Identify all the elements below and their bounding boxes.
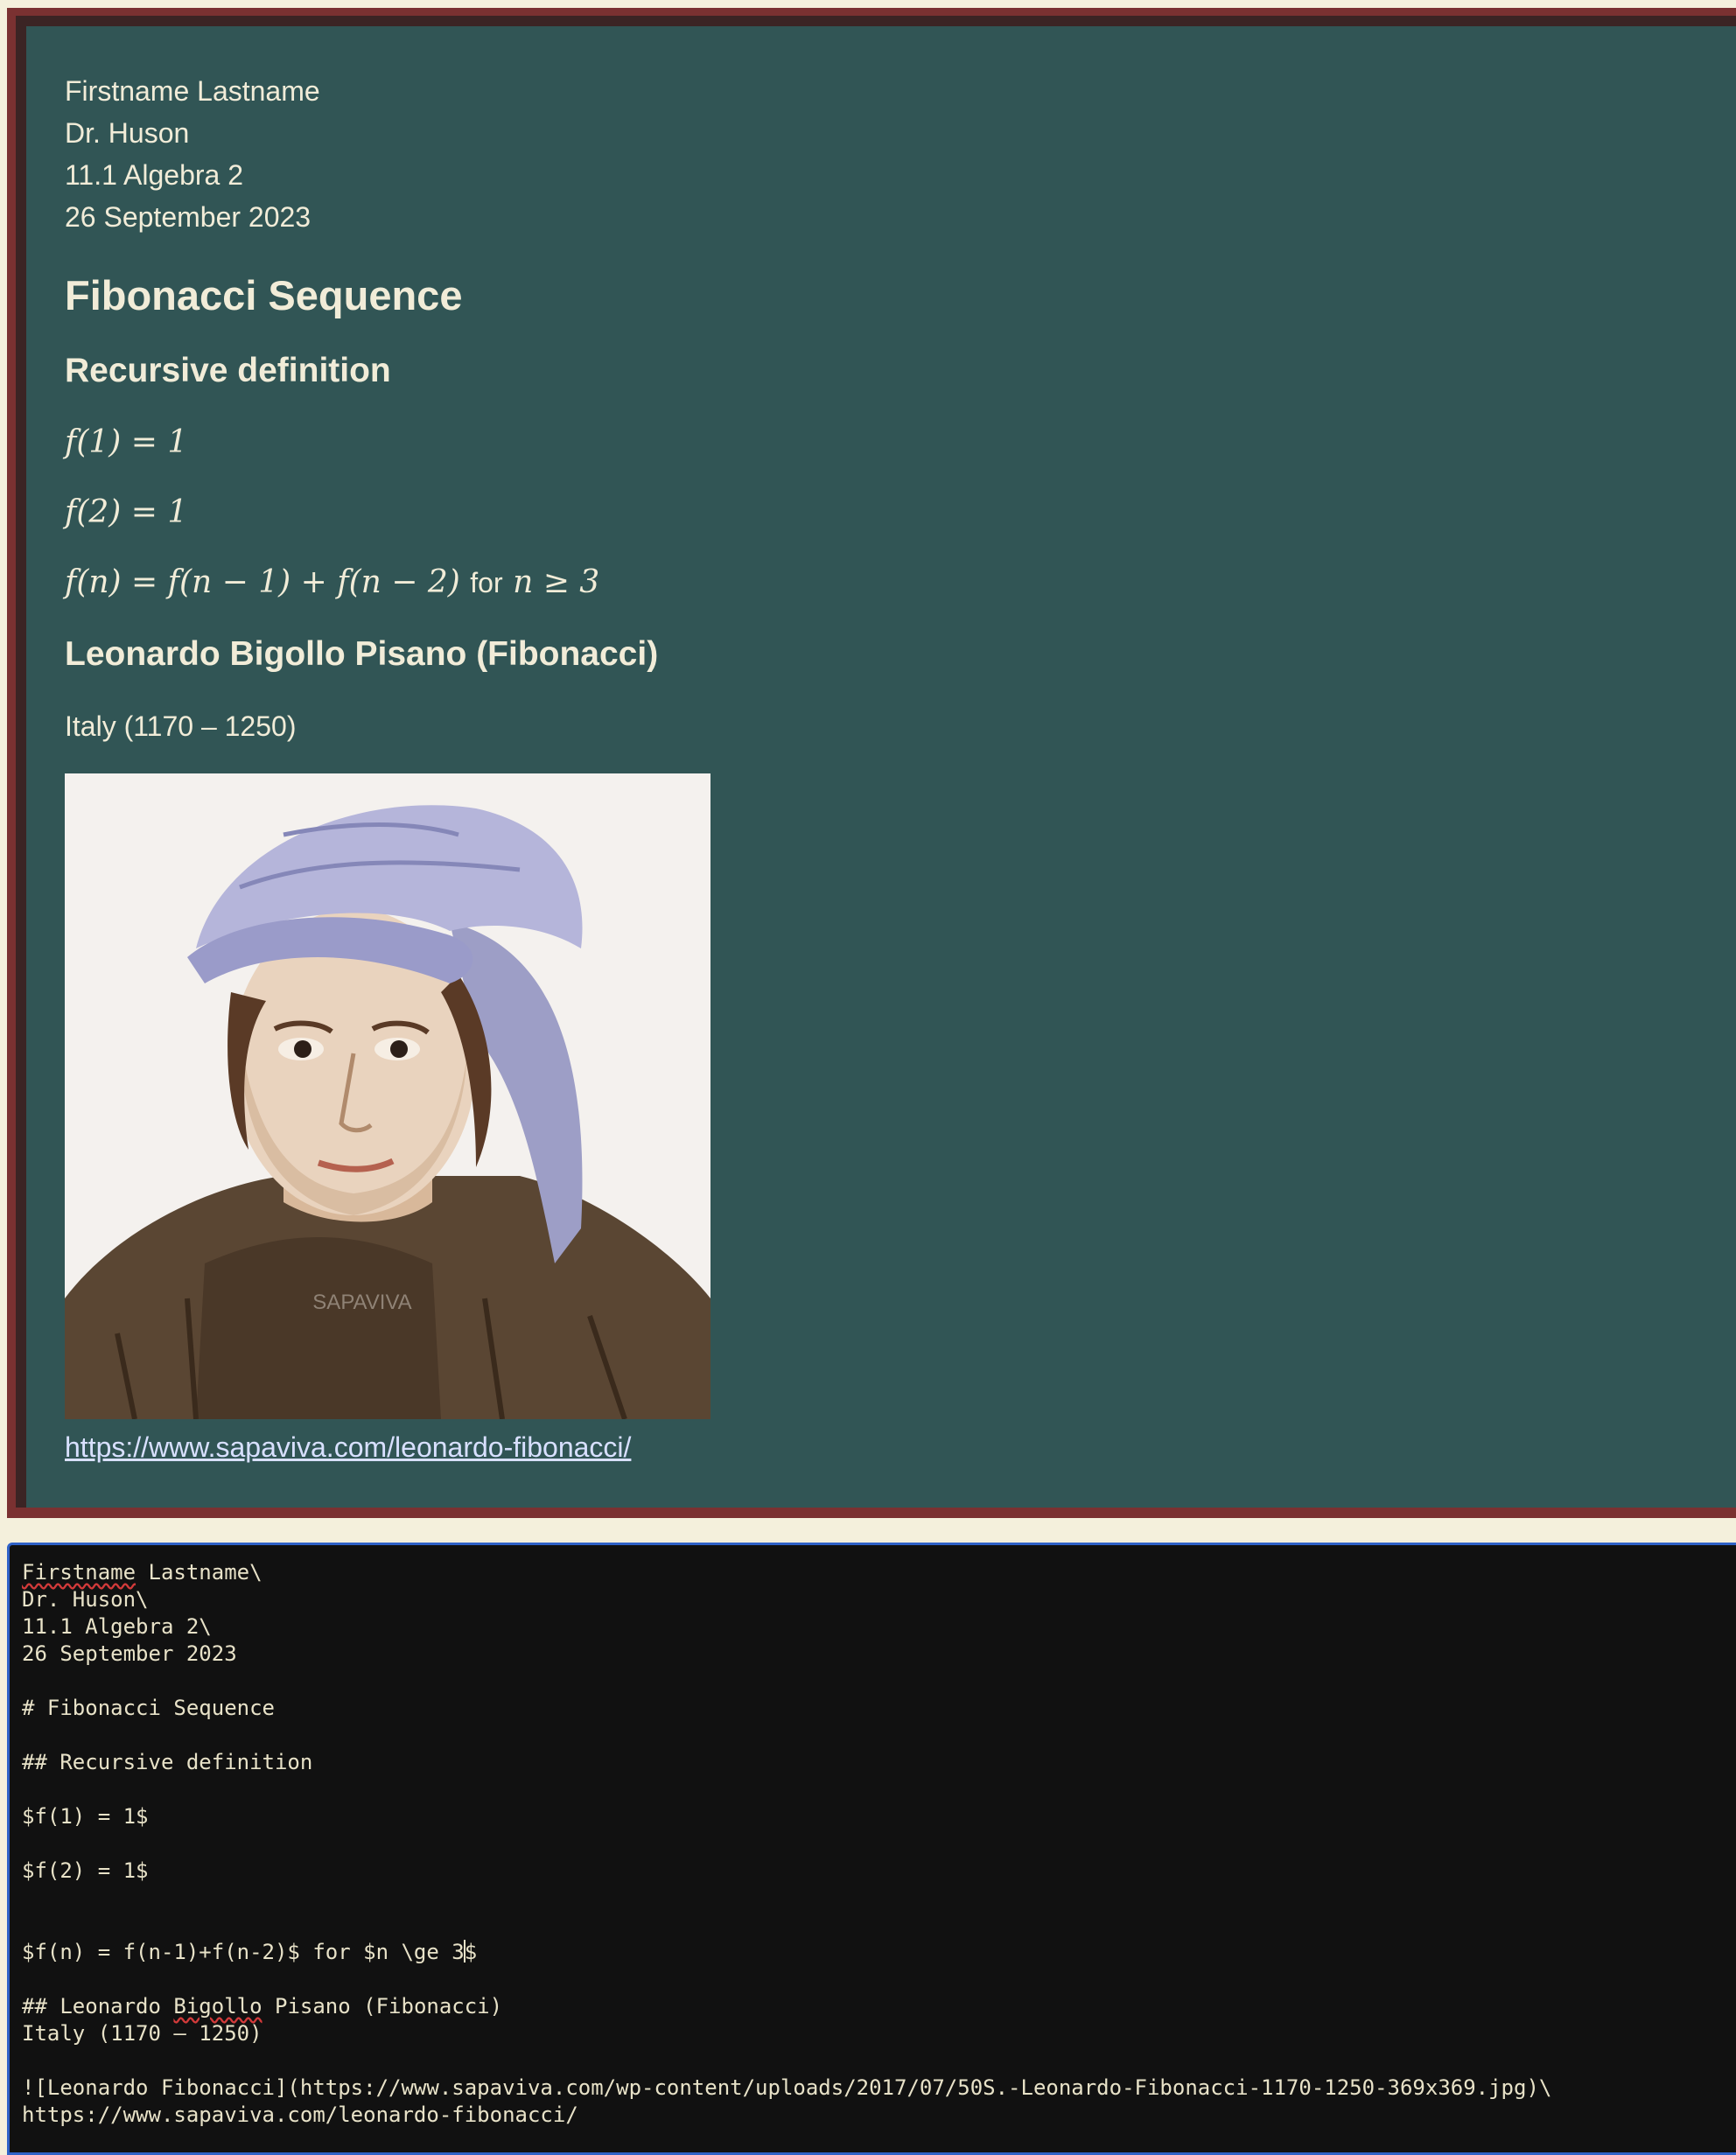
equation-f1: f(1) = 1	[65, 424, 188, 460]
editor-line-6[interactable]: # Fibonacci Sequence	[22, 1695, 1736, 1722]
fibonacci-portrait-image: SAPAVIVA	[65, 773, 710, 1419]
editor-line-4[interactable]: 26 September 2023	[22, 1641, 1736, 1668]
editor-line-5[interactable]	[22, 1668, 1736, 1695]
editor-line-18[interactable]: Italy (1170 – 1250)	[22, 2020, 1736, 2047]
editor-line-11[interactable]	[22, 1830, 1736, 1858]
editor-line-15[interactable]: $f(n) = f(n-1)+f(n-2)$ for $n \ge 3$	[22, 1939, 1736, 1966]
source-link[interactable]: https://www.sapaviva.com/leonardo-fibona…	[65, 1431, 631, 1464]
editor-line-3[interactable]: 11.1 Algebra 2\	[22, 1613, 1736, 1641]
section-heading-recursive: Recursive definition	[65, 352, 391, 389]
editor-line-9[interactable]	[22, 1776, 1736, 1803]
markdown-editor[interactable]: Firstname Lastname\ Dr. Huson\ 11.1 Algebr…	[7, 1543, 1736, 2155]
header-teacher: Dr. Huson	[65, 117, 190, 149]
editor-line-2[interactable]: Dr. Huson\	[22, 1586, 1736, 1613]
portrait-illustration: SAPAVIVA	[65, 773, 710, 1419]
editor-line-16[interactable]	[22, 1966, 1736, 1993]
editor-line-17[interactable]: ## Leonardo Bigollo Pisano (Fibonacci)	[22, 1993, 1736, 2020]
editor-line-10[interactable]: $f(1) = 1$	[22, 1803, 1736, 1830]
header-name: Firstname Lastname	[65, 75, 320, 107]
editor-line-21[interactable]: https://www.sapaviva.com/leonardo-fibona…	[22, 2102, 1736, 2129]
equation-recursive-body: f(n) = f(n − 1) + f(n − 2)	[65, 564, 460, 600]
editor-line-1[interactable]: Firstname Lastname\	[22, 1559, 1736, 1586]
editor-line-14[interactable]	[22, 1912, 1736, 1939]
editor-line-7[interactable]	[22, 1722, 1736, 1749]
editor-line-20[interactable]: ![Leonardo Fibonacci](https://www.sapavi…	[22, 2075, 1736, 2102]
section-heading-person: Leonardo Bigollo Pisano (Fibonacci)	[65, 635, 659, 673]
spellcheck-flag[interactable]: Firstname	[22, 1560, 136, 1585]
origin-text: Italy (1170 – 1250)	[65, 710, 297, 742]
image-watermark: SAPAVIVA	[312, 1291, 411, 1314]
equation-for-text: for	[470, 567, 503, 598]
page-title: Fibonacci Sequence	[65, 272, 463, 318]
editor-line-19[interactable]	[22, 2047, 1736, 2075]
markdown-preview-pane: Firstname Lastname Dr. Huson 11.1 Algebr…	[7, 8, 1736, 1518]
editor-line-12[interactable]: $f(2) = 1$	[22, 1858, 1736, 1885]
preview-content: Firstname Lastname Dr. Huson 11.1 Algebr…	[16, 16, 1736, 1508]
editor-line-8[interactable]: ## Recursive definition	[22, 1749, 1736, 1776]
editor-line-13[interactable]	[22, 1885, 1736, 1912]
header-course: 11.1 Algebra 2	[65, 159, 244, 191]
equation-f2: f(2) = 1	[65, 494, 188, 530]
equation-condition: n ≥ 3	[513, 564, 600, 600]
spellcheck-flag[interactable]: Bigollo	[173, 1994, 262, 2019]
header-date: 26 September 2023	[65, 201, 312, 233]
equation-recursive: f(n) = f(n − 1) + f(n − 2) for n ≥ 3	[65, 562, 1736, 604]
